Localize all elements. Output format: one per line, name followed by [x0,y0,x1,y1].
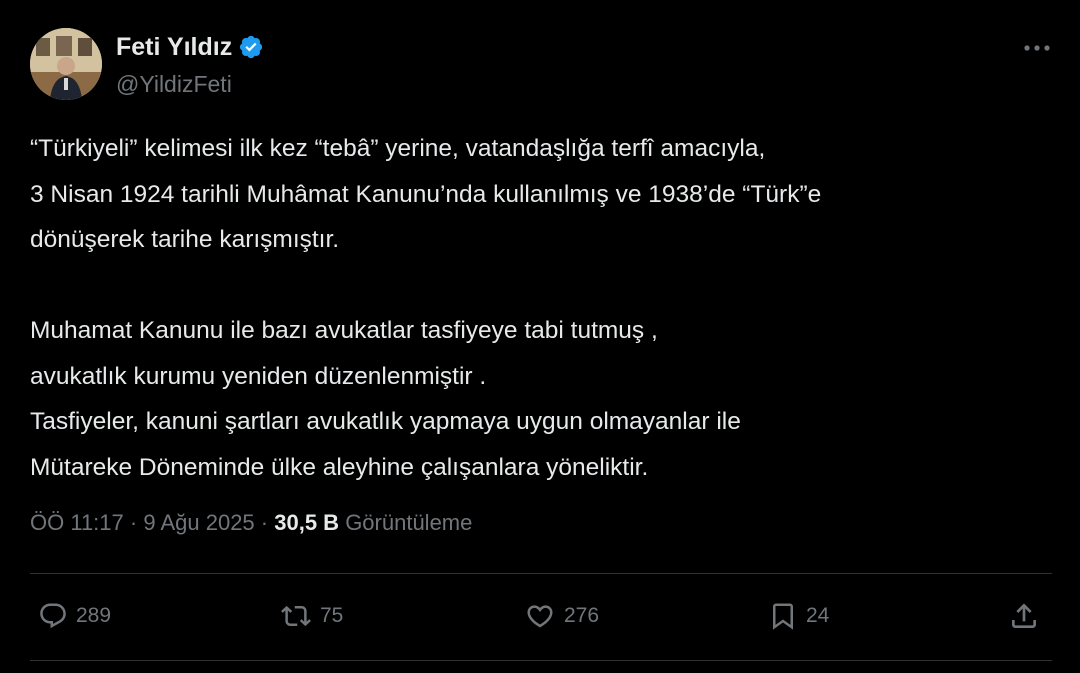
share-icon [1012,603,1036,628]
tweet-date[interactable]: 9 Ağu 2025 [143,510,254,535]
heart-icon [527,605,553,628]
meta-separator: · [254,510,275,535]
display-name[interactable]: Feti Yıldız [116,32,232,62]
bookmark-icon [773,603,793,630]
author-handle[interactable]: @YildizFeti [116,70,232,98]
bookmark-button[interactable]: 24 [768,598,829,634]
views-count: 30,5 B [274,510,340,535]
tweet-paragraph: “Türkiyeli” kelimesi ilk kez “tebâ” yeri… [30,135,822,253]
retweet-button[interactable]: 75 [280,598,343,634]
reply-icon [40,603,66,629]
reply-count: 289 [76,604,112,627]
avatar[interactable] [30,28,102,100]
verified-badge-icon[interactable] [238,34,264,60]
like-count: 276 [564,604,600,627]
retweet-count: 75 [320,604,344,627]
tweet-time[interactable]: ÖÖ 11:17 [30,510,124,535]
tweet-paragraph: Muhamat Kanunu ile bazı avukatlar tasfiy… [30,317,741,481]
author-name-row: Feti Yıldız [116,32,264,62]
bookmark-count: 24 [806,604,830,627]
views-label: Görüntüleme [345,510,473,535]
share-button[interactable] [1008,598,1040,634]
tweet-text: “Türkiyeli” kelimesi ilk kez “tebâ” yeri… [30,126,1060,490]
reply-button[interactable]: 289 [38,598,111,634]
tweet-meta: ÖÖ 11:17 · 9 Ağu 2025 · 30,5 B Görüntüle… [30,508,472,538]
retweet-icon [281,605,311,627]
more-icon [1024,45,1050,51]
profile-photo [30,28,102,100]
divider [30,573,1052,574]
more-button[interactable] [1022,36,1052,60]
meta-separator: · [123,510,144,535]
like-button[interactable]: 276 [524,598,599,634]
divider [30,660,1052,661]
